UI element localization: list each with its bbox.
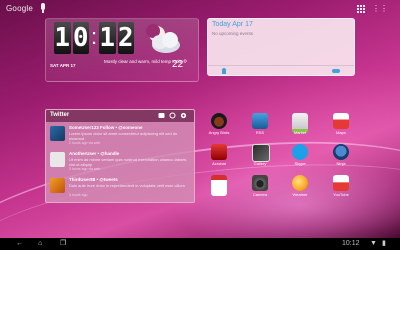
twitter-widget[interactable]: Twitter SomeUser123 Follow • @someone Lo… (45, 109, 195, 203)
app-camera[interactable]: Camera (246, 173, 274, 201)
ninja-icon (333, 144, 349, 160)
app-label: Gmail (213, 192, 225, 197)
temperature: 22° (172, 59, 188, 70)
app-label: RSS (255, 130, 265, 135)
avatar[interactable] (50, 178, 65, 193)
tweet-time: 2 hours ago via web (69, 141, 101, 145)
tweet-text: Lorem ipsum dolor sit amet consectetur a… (69, 131, 178, 141)
app-label: Angry Birds (208, 130, 230, 135)
app-angry-birds[interactable]: Angry Birds (205, 111, 233, 139)
google-search-button[interactable]: Google (6, 4, 33, 13)
wifi-icon: ▼ (370, 240, 377, 247)
avatar[interactable] (50, 152, 65, 167)
tweet-time: 3 hours ago via web (69, 167, 101, 171)
app-label: Maps (336, 130, 346, 135)
app-label: Weather (292, 192, 308, 197)
system-navigation-bar: ← ⌂ ❐ 10:12 ▼ ▮ (0, 238, 400, 250)
tweet-user[interactable]: AnotherUser • @handle (69, 151, 119, 156)
twitter-title: Twitter (50, 112, 70, 118)
app-skype[interactable]: Skype (286, 142, 314, 170)
app-gallery[interactable]: Gallery (246, 142, 274, 170)
skype-icon (292, 144, 308, 160)
app-label: Camera (252, 192, 268, 197)
tweet-text: Duis aute irure dolor in reprehenderit i… (69, 183, 185, 188)
camera-icon (252, 175, 268, 191)
twitter-header: Twitter (46, 110, 194, 122)
tweet-time: 5 hours ago (69, 193, 88, 197)
calendar-date: Today Apr 17 (212, 21, 253, 28)
gallery-icon (252, 144, 270, 162)
app-weather[interactable]: Weather (286, 173, 314, 201)
compose-icon[interactable] (158, 112, 165, 119)
clock-digit: 2 (117, 22, 134, 54)
tweet-item[interactable]: ThirdUser88 • @tweets Duis aute irure do… (48, 175, 192, 200)
weather-sun-icon (292, 175, 308, 191)
cloud-moon-weather-icon (146, 24, 180, 53)
refresh-icon[interactable] (169, 112, 176, 119)
maps-pin-icon (333, 113, 349, 129)
app-gmail[interactable]: Gmail (205, 173, 233, 201)
app-youtube[interactable]: YouTube (327, 173, 355, 201)
app-market[interactable]: Market (286, 111, 314, 139)
top-bar: Google ⋮⋮ (0, 0, 400, 20)
app-label: Market (293, 130, 307, 135)
app-label: YouTube (333, 192, 349, 197)
back-icon[interactable]: ← (16, 240, 23, 248)
apps-grid-icon[interactable] (357, 5, 365, 13)
app-label: Skype (294, 161, 306, 166)
calendar-events: No upcoming events (212, 31, 254, 36)
settings-icon[interactable] (180, 112, 187, 119)
app-rss[interactable]: RSS (246, 111, 274, 139)
tweet-item[interactable]: SomeUser123 Follow • @someone Lorem ipsu… (48, 123, 192, 148)
battery-icon: ▮ (382, 240, 386, 247)
tweet-user[interactable]: ThirdUser88 • @tweets (69, 177, 118, 182)
tweet-user[interactable]: SomeUser123 Follow • @someone (69, 125, 143, 130)
app-ninja[interactable]: Ninja (327, 142, 355, 170)
app-maps[interactable]: Maps (327, 111, 355, 139)
overflow-menu-button[interactable]: ⋮⋮ (372, 4, 388, 13)
clock-digit: 0 (72, 22, 89, 54)
voice-search-icon[interactable] (40, 3, 46, 14)
youtube-icon (333, 175, 349, 191)
calendar-toggle-icon[interactable] (332, 69, 340, 73)
home-icon[interactable]: ⌂ (38, 240, 42, 248)
avatar[interactable] (50, 126, 65, 141)
calendar-pin-icon[interactable] (222, 68, 226, 74)
date-label: SAT APR 17 (50, 63, 76, 68)
calendar-widget[interactable]: Today Apr 17 No upcoming events (207, 18, 355, 76)
tweet-text: Ut enim ad minim veniam quis nostrud exe… (69, 157, 187, 167)
clock-digit: 1 (54, 22, 71, 54)
tweet-item[interactable]: AnotherUser • @handle Ut enim ad minim v… (48, 149, 192, 174)
app-label: Acrobat (212, 161, 226, 166)
acrobat-icon (211, 144, 227, 160)
flip-clock: 1 0 : 1 2 (54, 22, 134, 56)
clock-weather-widget[interactable]: 1 0 : 1 2 SAT APR 17 Mostly clear and wa… (45, 18, 199, 82)
recent-apps-icon[interactable]: ❐ (60, 240, 66, 248)
clock-digit: 1 (99, 22, 116, 54)
status-clock[interactable]: 10:12 (342, 240, 360, 247)
app-acrobat[interactable]: Acrobat (205, 142, 233, 170)
angry-birds-icon (211, 113, 227, 129)
calendar-footer (208, 65, 354, 75)
app-label: Ninja (336, 161, 346, 166)
rss-icon (252, 113, 268, 129)
app-label: Gallery (253, 161, 267, 166)
clock-colon: : (91, 24, 98, 49)
